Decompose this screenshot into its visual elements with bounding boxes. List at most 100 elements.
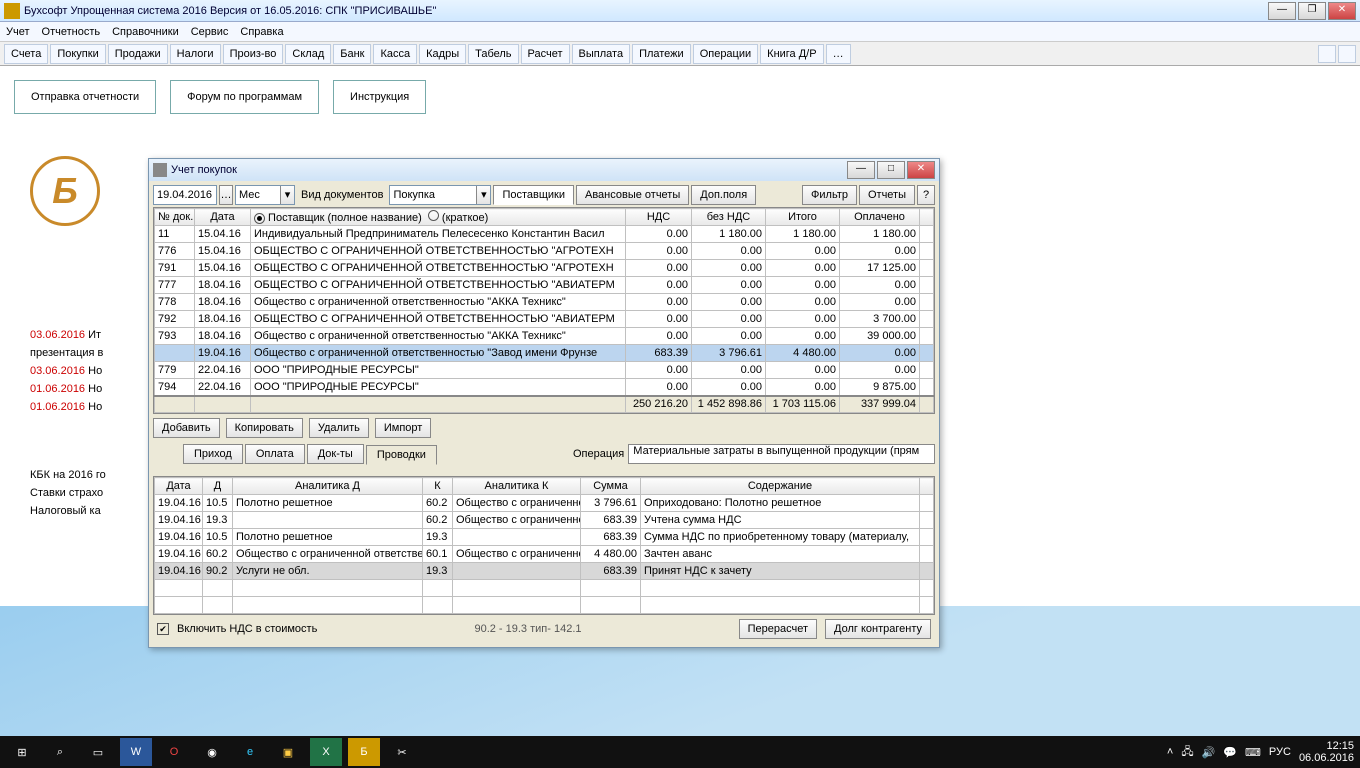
modal-close-button[interactable]: ✕ — [907, 161, 935, 179]
update-icon[interactable] — [1338, 45, 1356, 63]
col-header[interactable]: НДС — [626, 209, 692, 226]
table-row[interactable]: 77818.04.16Общество с ограниченной ответ… — [155, 294, 934, 311]
toolbar-Счета[interactable]: Счета — [4, 44, 48, 64]
start-button[interactable]: ⊞ — [6, 738, 38, 766]
action-Добавить[interactable]: Добавить — [153, 418, 220, 438]
doc-type-select[interactable]: Покупка▾ — [389, 185, 491, 205]
col-header[interactable]: № док. — [155, 209, 195, 226]
bigbtn[interactable]: Инструкция — [333, 80, 426, 114]
notifications-icon[interactable]: 💬 — [1223, 746, 1237, 759]
advance-reports-tab[interactable]: Авансовые отчеты — [576, 185, 689, 205]
menu-Учет[interactable]: Учет — [6, 26, 30, 38]
date-picker-button[interactable]: … — [219, 185, 233, 205]
subtab-Приход[interactable]: Приход — [183, 444, 243, 464]
radio-full[interactable] — [254, 213, 265, 224]
action-Удалить[interactable]: Удалить — [309, 418, 369, 438]
vat-checkbox[interactable]: ✔ — [157, 623, 169, 635]
toolbar-Склад[interactable]: Склад — [285, 44, 331, 64]
tray-chevron-icon[interactable]: ˄ — [1167, 746, 1173, 758]
app-task-icon[interactable]: Б — [348, 738, 380, 766]
action-Копировать[interactable]: Копировать — [226, 418, 303, 438]
col-header[interactable]: Итого — [766, 209, 840, 226]
toolbar-Платежи[interactable]: Платежи — [632, 44, 691, 64]
table-row[interactable]: 19.04.1690.2Услуги не обл.19.3683.39Прин… — [155, 563, 934, 580]
recalc-button[interactable]: Перерасчет — [739, 619, 817, 639]
chrome-icon[interactable]: ◉ — [196, 738, 228, 766]
excel-icon[interactable]: X — [310, 738, 342, 766]
col-header[interactable]: Дата — [155, 478, 203, 495]
close-button[interactable]: ✕ — [1328, 2, 1356, 20]
minimize-button[interactable]: — — [1268, 2, 1296, 20]
restore-button[interactable]: ❐ — [1298, 2, 1326, 20]
toolbar-Расчет[interactable]: Расчет — [521, 44, 570, 64]
bigbtn[interactable]: Отправка отчетности — [14, 80, 156, 114]
extra-fields-tab[interactable]: Доп.поля — [691, 185, 756, 205]
suppliers-tab[interactable]: Поставщики — [493, 185, 574, 205]
table-row[interactable]: 79115.04.16ОБЩЕСТВО С ОГРАНИЧЕННОЙ ОТВЕТ… — [155, 260, 934, 277]
bigbtn[interactable]: Форум по программам — [170, 80, 319, 114]
purchases-grid[interactable]: № док.Дата Поставщик (полное название) (… — [153, 207, 935, 414]
cloud-icon[interactable] — [1318, 45, 1336, 63]
menu-Справочники[interactable]: Справочники — [112, 26, 179, 38]
edge-icon[interactable]: e — [234, 738, 266, 766]
snipping-icon[interactable]: ✂ — [386, 738, 418, 766]
toolbar-more[interactable]: … — [826, 44, 851, 64]
date-input[interactable]: 19.04.2016 — [153, 185, 217, 205]
table-row[interactable]: 19.04.1610.5Полотно решетное19.3683.39Су… — [155, 529, 934, 546]
action-Импорт[interactable]: Импорт — [375, 418, 431, 438]
menu-Справка[interactable]: Справка — [240, 26, 283, 38]
period-select[interactable]: Мес▾ — [235, 185, 295, 205]
windows-taskbar[interactable]: ⊞ ⌕ ▭ W O ◉ e ▣ X Б ✂ ˄ 🖧 🔊 💬 ⌨ РУС 12:1… — [0, 736, 1360, 768]
table-row[interactable]: 19.04.1660.2Общество с ограниченной отве… — [155, 546, 934, 563]
filter-button[interactable]: Фильтр — [802, 185, 857, 205]
col-header[interactable]: Д — [203, 478, 233, 495]
toolbar-Выплата[interactable]: Выплата — [572, 44, 631, 64]
toolbar-Покупки[interactable]: Покупки — [50, 44, 105, 64]
help-button[interactable]: ? — [917, 185, 935, 205]
menu-Сервис[interactable]: Сервис — [191, 26, 229, 38]
menu-Отчетность[interactable]: Отчетность — [42, 26, 101, 38]
col-header[interactable]: К — [423, 478, 453, 495]
col-header[interactable]: Содержание — [641, 478, 920, 495]
col-header[interactable]: Оплачено — [840, 209, 920, 226]
toolbar-Операции[interactable]: Операции — [693, 44, 758, 64]
operation-field[interactable]: Материальные затраты в выпущенной продук… — [628, 444, 935, 464]
subtab-Док-ты[interactable]: Док-ты — [307, 444, 364, 464]
opera-icon[interactable]: O — [158, 738, 190, 766]
table-row[interactable]: 79218.04.16ОБЩЕСТВО С ОГРАНИЧЕННОЙ ОТВЕТ… — [155, 311, 934, 328]
language-indicator[interactable]: РУС — [1269, 746, 1291, 758]
modal-minimize-button[interactable]: — — [847, 161, 875, 179]
toolbar-Табель[interactable]: Табель — [468, 44, 518, 64]
table-row[interactable]: 19.04.16Общество с ограниченной ответств… — [155, 345, 934, 362]
toolbar-Продажи[interactable]: Продажи — [108, 44, 168, 64]
clock[interactable]: 12:1506.06.2016 — [1299, 740, 1354, 764]
toolbar-Книга Д/Р[interactable]: Книга Д/Р — [760, 44, 823, 64]
radio-short[interactable] — [428, 210, 439, 221]
subtab-Оплата[interactable]: Оплата — [245, 444, 305, 464]
toolbar-Касса[interactable]: Касса — [373, 44, 417, 64]
table-row[interactable]: 79422.04.16ООО "ПРИРОДНЫЕ РЕСУРСЫ"0.000.… — [155, 379, 934, 396]
keyboard-icon[interactable]: ⌨ — [1245, 746, 1261, 759]
toolbar-Налоги[interactable]: Налоги — [170, 44, 221, 64]
search-icon[interactable]: ⌕ — [44, 738, 76, 766]
modal-titlebar[interactable]: Учет покупок — □ ✕ — [149, 159, 939, 181]
table-row[interactable]: 79318.04.16Общество с ограниченной ответ… — [155, 328, 934, 345]
modal-maximize-button[interactable]: □ — [877, 161, 905, 179]
postings-grid[interactable]: ДатаДАналитика ДКАналитика КСуммаСодержа… — [153, 476, 935, 615]
taskview-icon[interactable]: ▭ — [82, 738, 114, 766]
explorer-icon[interactable]: ▣ — [272, 738, 304, 766]
table-row[interactable]: 77922.04.16ООО "ПРИРОДНЫЕ РЕСУРСЫ"0.000.… — [155, 362, 934, 379]
col-header[interactable]: без НДС — [692, 209, 766, 226]
col-header[interactable]: Поставщик (полное название) (краткое) — [251, 209, 626, 226]
col-header[interactable]: Аналитика Д — [233, 478, 423, 495]
volume-icon[interactable]: 🔊 — [1202, 746, 1216, 759]
debt-button[interactable]: Долг контрагенту — [825, 619, 931, 639]
table-row[interactable]: 77718.04.16ОБЩЕСТВО С ОГРАНИЧЕННОЙ ОТВЕТ… — [155, 277, 934, 294]
table-row[interactable]: 19.04.1610.5Полотно решетное60.2Общество… — [155, 495, 934, 512]
toolbar-Банк[interactable]: Банк — [333, 44, 371, 64]
table-row[interactable]: 1115.04.16Индивидуальный Предприниматель… — [155, 226, 934, 243]
subtab-Проводки[interactable]: Проводки — [366, 445, 437, 465]
reports-button[interactable]: Отчеты — [859, 185, 915, 205]
word-icon[interactable]: W — [120, 738, 152, 766]
table-row[interactable]: 19.04.1619.360.2Общество с ограниченно68… — [155, 512, 934, 529]
